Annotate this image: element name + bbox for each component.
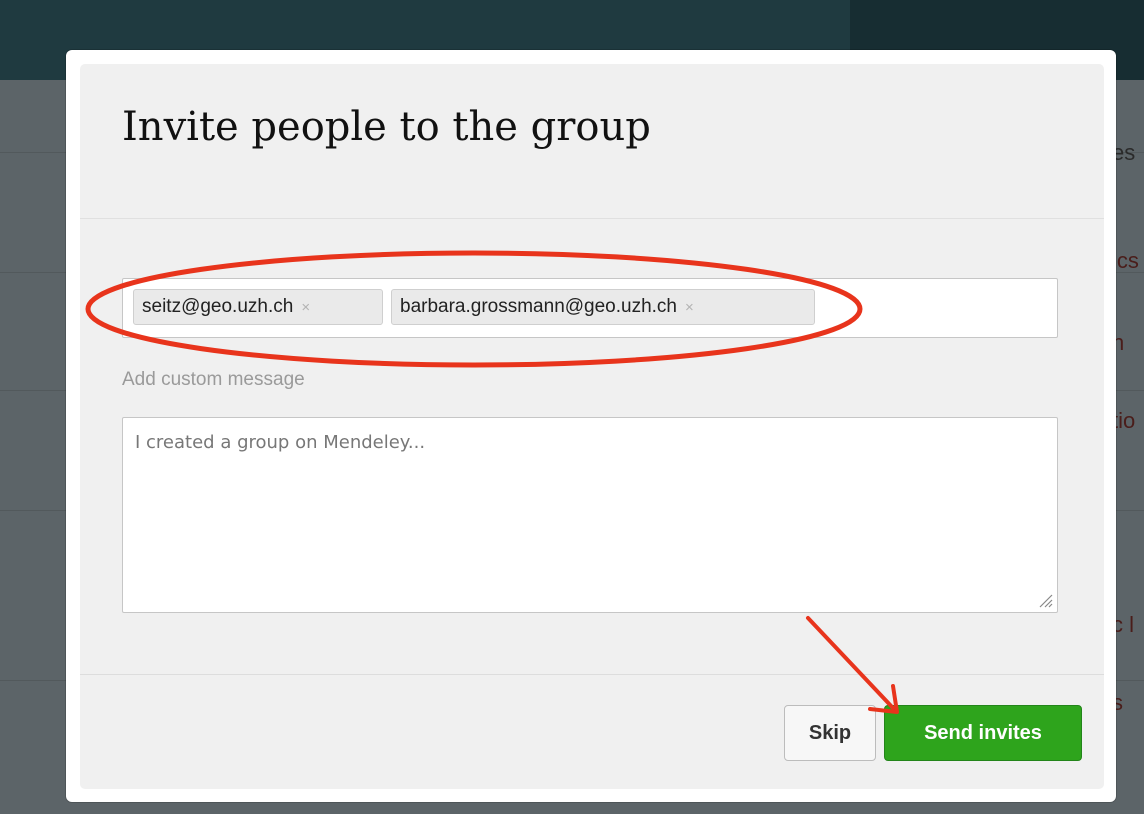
- recipient-tag: seitz@geo.uzh.ch ×: [133, 289, 383, 325]
- dialog-title: Invite people to the group: [122, 104, 651, 150]
- invite-dialog: Invite people to the group seitz@geo.uzh…: [66, 50, 1116, 802]
- recipient-email: seitz@geo.uzh.ch: [142, 296, 294, 317]
- message-placeholder: I created a group on Mendeley...: [135, 432, 426, 453]
- dialog-footer: Skip Send invites: [80, 674, 1104, 789]
- background-link-fragment: ics: [1112, 248, 1139, 273]
- custom-message-textarea[interactable]: I created a group on Mendeley...: [122, 417, 1058, 613]
- recipients-input[interactable]: seitz@geo.uzh.ch × barbara.grossmann@geo…: [122, 278, 1058, 338]
- send-invites-button[interactable]: Send invites: [884, 705, 1082, 761]
- recipient-email: barbara.grossmann@geo.uzh.ch: [400, 296, 678, 317]
- recipient-tag: barbara.grossmann@geo.uzh.ch ×: [391, 289, 815, 325]
- resize-grip-icon[interactable]: [1037, 592, 1053, 608]
- dialog-header: Invite people to the group: [80, 64, 1104, 219]
- dialog-body: seitz@geo.uzh.ch × barbara.grossmann@geo…: [80, 219, 1104, 674]
- skip-button[interactable]: Skip: [784, 705, 876, 761]
- remove-recipient-icon[interactable]: ×: [301, 299, 310, 316]
- remove-recipient-icon[interactable]: ×: [685, 299, 694, 316]
- custom-message-label: Add custom message: [122, 369, 305, 390]
